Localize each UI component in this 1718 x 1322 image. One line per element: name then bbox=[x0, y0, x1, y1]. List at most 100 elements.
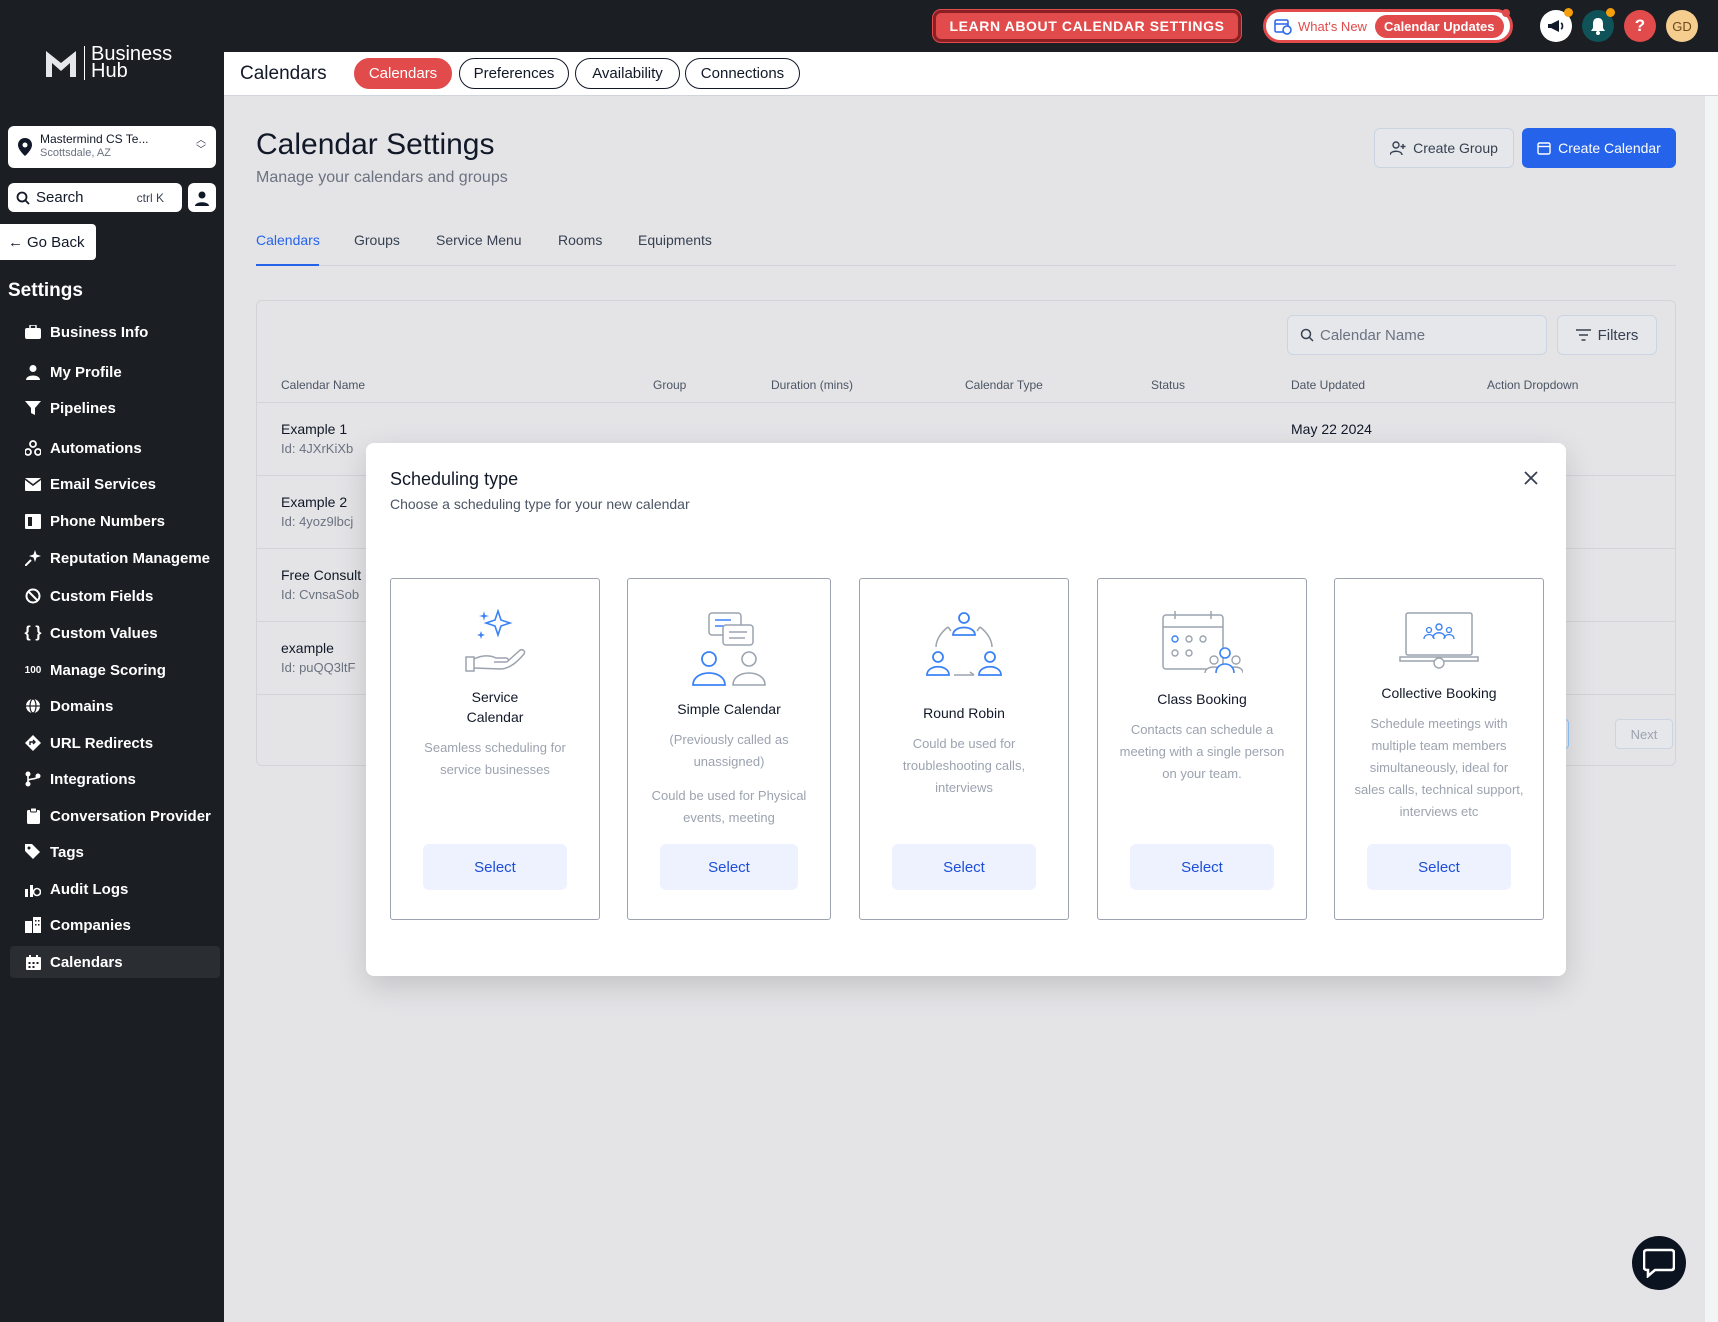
sidebar-search[interactable]: Search ctrl K bbox=[8, 183, 182, 212]
avatar[interactable]: GD bbox=[1666, 10, 1698, 42]
sidebar-item-email-services[interactable]: Email Services bbox=[10, 468, 220, 500]
calendar-name[interactable]: example bbox=[281, 640, 334, 656]
class-calendar-group-icon bbox=[1098, 611, 1306, 675]
sidebar-item-custom-fields[interactable]: Custom Fields bbox=[10, 580, 220, 612]
sidebar-item-url-redirects[interactable]: URL Redirects bbox=[10, 727, 220, 759]
sidebar-item-integrations[interactable]: Integrations bbox=[10, 763, 220, 795]
option-name: Round Robin bbox=[923, 705, 1005, 721]
sidebar-item-companies[interactable]: Companies bbox=[10, 909, 220, 941]
sidebar-item-conversation-provider[interactable]: Conversation Provider bbox=[10, 800, 220, 832]
sidebar-item-tags[interactable]: Tags bbox=[10, 836, 220, 868]
sidebar-item-automations[interactable]: Automations bbox=[10, 432, 220, 464]
close-icon[interactable] bbox=[1520, 467, 1542, 489]
column-header[interactable]: Status bbox=[1151, 378, 1185, 392]
sidebar-item-label: Domains bbox=[50, 697, 114, 715]
pagination-next-button[interactable]: Next bbox=[1615, 719, 1673, 749]
select-simple-calendar-button[interactable]: Select bbox=[660, 844, 798, 890]
select-collective-booking-button[interactable]: Select bbox=[1367, 844, 1511, 890]
page-scrollbar[interactable] bbox=[1705, 96, 1718, 1322]
pill-availability[interactable]: Availability bbox=[575, 58, 680, 89]
sparkle-icon bbox=[24, 549, 42, 567]
tab-equipments[interactable]: Equipments bbox=[638, 232, 712, 248]
table-header: Calendar Name Group Duration (mins) Cale… bbox=[257, 367, 1675, 403]
column-header[interactable]: Calendar Name bbox=[281, 378, 365, 392]
email-icon bbox=[24, 475, 42, 493]
select-service-calendar-button[interactable]: Select bbox=[423, 844, 567, 890]
calendar-name[interactable]: Example 1 bbox=[281, 421, 347, 437]
calendar-subnav: Calendars Calendars Preferences Availabi… bbox=[224, 52, 1718, 96]
briefcase-icon bbox=[24, 323, 42, 341]
option-description: Could be used for troubleshooting calls,… bbox=[902, 736, 1026, 795]
sidebar-item-label: Reputation Manageme bbox=[50, 549, 211, 567]
sidebar-item-phone-numbers[interactable]: Phone Numbers bbox=[10, 505, 220, 537]
sidebar-item-calendars[interactable]: Calendars bbox=[10, 946, 220, 978]
go-back-button[interactable]: ← Go Back bbox=[0, 224, 96, 260]
option-collective-booking[interactable]: Collective Booking Schedule meetings wit… bbox=[1334, 578, 1544, 920]
calendar-name[interactable]: Free Consult bbox=[281, 567, 361, 583]
option-simple-calendar[interactable]: Simple Calendar (Previously called as un… bbox=[627, 578, 831, 920]
settings-heading: Settings bbox=[8, 280, 83, 301]
custom-fields-icon bbox=[24, 587, 42, 605]
column-header[interactable]: Calendar Type bbox=[965, 378, 1043, 392]
sidebar-item-domains[interactable]: Domains bbox=[10, 690, 220, 722]
sidebar-item-manage-scoring[interactable]: 100 Manage Scoring bbox=[10, 654, 220, 686]
service-hand-sparkle-icon bbox=[391, 609, 599, 675]
tab-rooms[interactable]: Rooms bbox=[558, 232, 602, 248]
calendar-name[interactable]: Example 2 bbox=[281, 494, 347, 510]
tab-service-menu[interactable]: Service Menu bbox=[436, 232, 522, 248]
sidebar-item-reputation-management[interactable]: Reputation Manageme bbox=[10, 542, 220, 574]
globe-icon bbox=[24, 697, 42, 715]
integrations-icon bbox=[24, 770, 42, 788]
sidebar-item-label: Automations bbox=[50, 439, 142, 457]
create-group-button[interactable]: Create Group bbox=[1374, 128, 1514, 168]
announcements-button[interactable] bbox=[1540, 8, 1573, 42]
redirect-icon bbox=[24, 734, 42, 752]
help-button[interactable]: ? bbox=[1624, 10, 1656, 42]
whats-new-button[interactable]: What's New Calendar Updates bbox=[1263, 9, 1513, 43]
select-class-booking-button[interactable]: Select bbox=[1130, 844, 1274, 890]
tab-groups[interactable]: Groups bbox=[354, 232, 400, 248]
sidebar-item-my-profile[interactable]: My Profile bbox=[10, 356, 220, 388]
column-header[interactable]: Duration (mins) bbox=[771, 378, 853, 392]
notifications-button[interactable] bbox=[1582, 8, 1615, 42]
option-description: Schedule meetings with multiple team mem… bbox=[1354, 716, 1524, 819]
calendar-name-search[interactable]: Calendar Name bbox=[1287, 315, 1547, 355]
create-calendar-label: Create Calendar bbox=[1558, 140, 1661, 156]
learn-calendar-settings-button[interactable]: LEARN ABOUT CALENDAR SETTINGS bbox=[933, 10, 1241, 42]
location-switcher[interactable]: Mastermind CS Te... Scottsdale, AZ ︿ ﹀ bbox=[8, 126, 216, 168]
sidebar-item-label: Audit Logs bbox=[50, 880, 129, 898]
sidebar-item-label: Tags bbox=[50, 843, 84, 861]
column-header[interactable]: Action Dropdown bbox=[1487, 378, 1578, 392]
calendar-icon bbox=[24, 953, 42, 971]
pill-preferences[interactable]: Preferences bbox=[459, 58, 569, 89]
tab-calendars[interactable]: Calendars bbox=[256, 232, 320, 248]
filters-button[interactable]: Filters bbox=[1557, 315, 1657, 355]
sidebar-item-pipelines[interactable]: Pipelines bbox=[10, 392, 220, 424]
scheduling-type-modal: Scheduling type Choose a scheduling type… bbox=[366, 443, 1566, 976]
option-class-booking[interactable]: Class Booking Contacts can schedule a me… bbox=[1097, 578, 1307, 920]
modal-title: Scheduling type bbox=[390, 469, 519, 489]
sidebar-item-label: Manage Scoring bbox=[50, 661, 166, 679]
filters-label: Filters bbox=[1597, 326, 1639, 344]
user-switch-button[interactable] bbox=[188, 183, 216, 212]
option-service-calendar[interactable]: Service Calendar Seamless scheduling for… bbox=[390, 578, 600, 920]
sidebar-item-custom-values[interactable]: { } Custom Values bbox=[10, 617, 220, 649]
pill-connections[interactable]: Connections bbox=[685, 58, 800, 89]
date-updated: May 22 2024 bbox=[1291, 421, 1372, 437]
column-header[interactable]: Date Updated bbox=[1291, 378, 1365, 392]
pill-calendars[interactable]: Calendars bbox=[354, 58, 452, 89]
calendar-id: Id: 4JXrKiXb bbox=[281, 441, 354, 456]
sidebar-item-label: Custom Fields bbox=[50, 587, 154, 605]
select-round-robin-button[interactable]: Select bbox=[892, 844, 1036, 890]
tags-icon bbox=[24, 843, 42, 861]
column-header[interactable]: Group bbox=[653, 378, 686, 392]
sidebar-item-business-info[interactable]: Business Info bbox=[10, 316, 220, 348]
calendar-icon bbox=[1537, 142, 1551, 155]
create-calendar-button[interactable]: Create Calendar bbox=[1522, 128, 1676, 168]
chat-widget-button[interactable] bbox=[1632, 1236, 1686, 1290]
option-name: Simple Calendar bbox=[677, 701, 781, 717]
search-label: Search bbox=[36, 189, 84, 206]
option-round-robin[interactable]: Round Robin Could be used for troublesho… bbox=[859, 578, 1069, 920]
sidebar-item-audit-logs[interactable]: Audit Logs bbox=[10, 873, 220, 905]
business-hub-logo[interactable]: Business Hub bbox=[44, 44, 172, 81]
